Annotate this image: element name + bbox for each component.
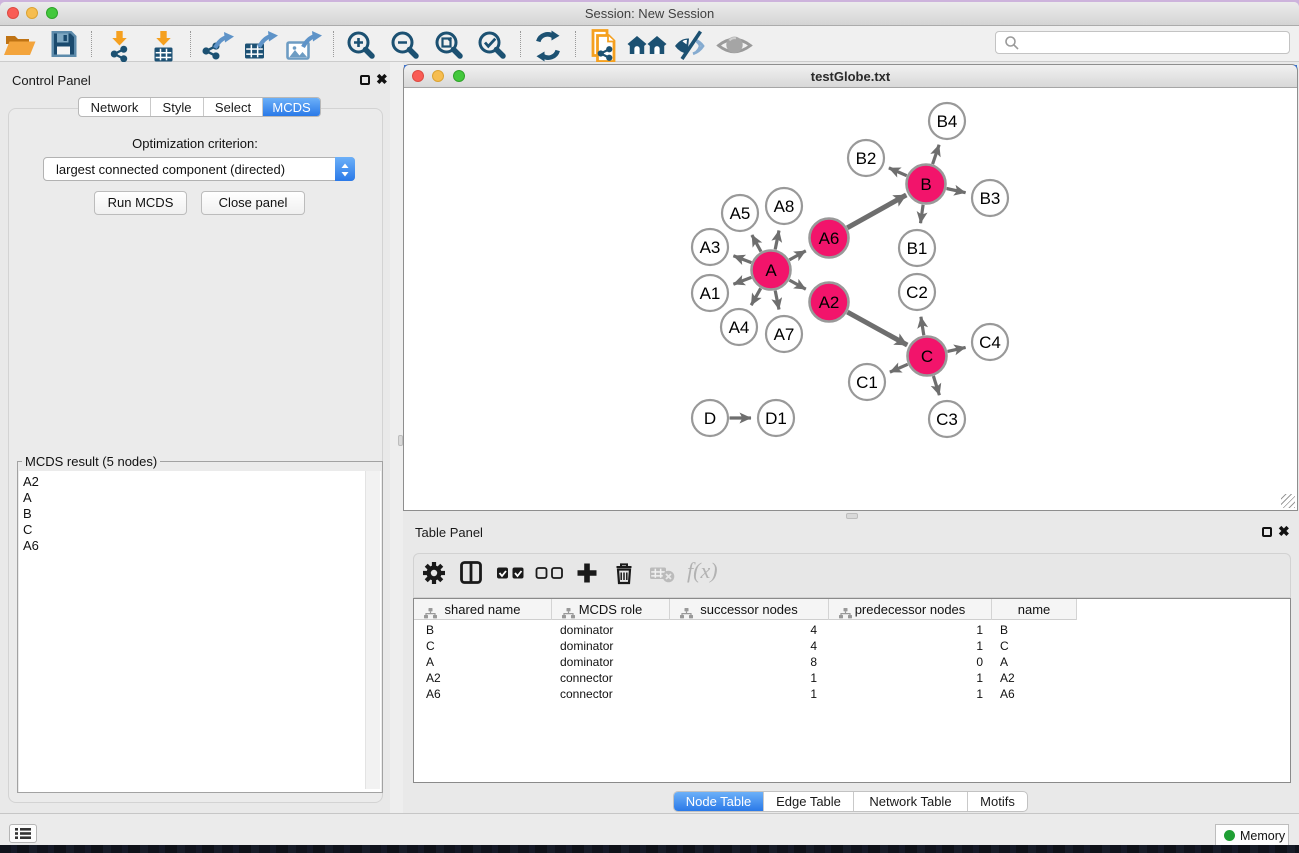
- svg-text:A6: A6: [819, 229, 840, 248]
- svg-text:B2: B2: [856, 149, 877, 168]
- svg-text:A5: A5: [730, 204, 751, 223]
- svg-text:D1: D1: [765, 409, 787, 428]
- svg-text:C3: C3: [936, 410, 958, 429]
- svg-text:A8: A8: [774, 197, 795, 216]
- svg-text:C2: C2: [906, 283, 928, 302]
- svg-text:A: A: [765, 261, 777, 280]
- svg-text:C: C: [921, 347, 933, 366]
- svg-text:A1: A1: [700, 284, 721, 303]
- svg-text:D: D: [704, 409, 716, 428]
- svg-text:B1: B1: [907, 239, 928, 258]
- svg-text:A3: A3: [700, 238, 721, 257]
- svg-text:A2: A2: [819, 293, 840, 312]
- svg-text:A7: A7: [774, 325, 795, 344]
- svg-text:A4: A4: [729, 318, 750, 337]
- svg-text:B3: B3: [980, 189, 1001, 208]
- svg-text:B4: B4: [937, 112, 958, 131]
- svg-text:B: B: [920, 175, 931, 194]
- svg-text:C1: C1: [856, 373, 878, 392]
- svg-text:C4: C4: [979, 333, 1001, 352]
